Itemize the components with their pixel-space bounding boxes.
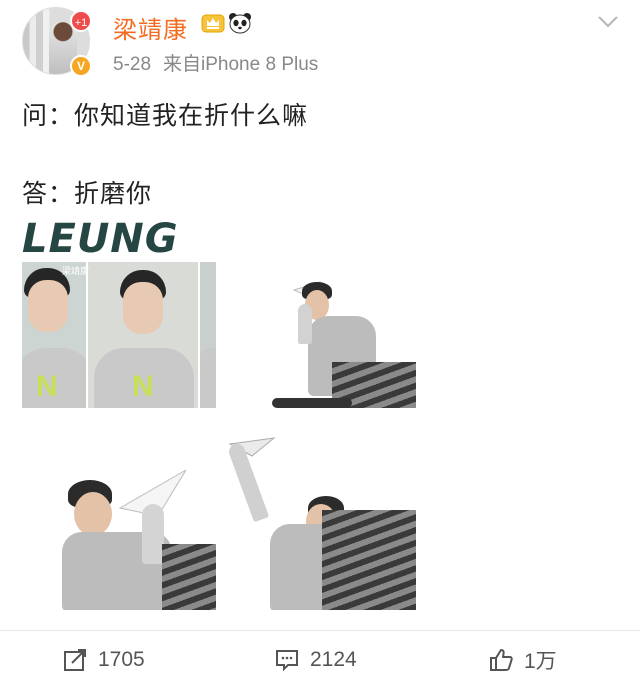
like-button[interactable]: 1万 [488,647,557,673]
chevron-down-icon[interactable] [596,14,620,30]
comment-icon [276,650,298,672]
post-image-4[interactable] [222,414,416,610]
post-image-2[interactable] [222,212,416,408]
post-header: +1 V 梁靖康 5-28 来自iPhone 8 Plus [0,0,640,80]
avatar-plus-badge: +1 [70,10,92,32]
avatar[interactable]: +1 V [20,7,94,77]
image-caption: 梁靖康 [62,267,90,277]
panda-icon [229,13,251,34]
photo-thumb: N [22,262,86,408]
verified-badge: V [70,55,92,77]
leung-title: LEUNG [22,216,179,262]
post-source: 来自iPhone 8 Plus [163,54,319,75]
crown-icon [201,14,225,33]
post-image-3[interactable] [22,414,216,610]
action-bar: 1705 2124 1万 [0,630,640,689]
share-icon [64,649,86,671]
post-answer: 答：折磨你 [22,179,153,208]
photo-thumb [200,262,216,408]
comment-button[interactable]: 2124 [274,647,357,673]
share-count: 1705 [98,648,145,671]
post-meta: 5-28 来自iPhone 8 Plus [113,49,318,76]
author-name[interactable]: 梁靖康 [113,10,188,45]
comment-count: 2124 [310,648,357,671]
post-date: 5-28 [113,54,152,75]
share-button[interactable]: 1705 [62,647,145,673]
thumbs-up-icon [490,649,513,671]
like-count: 1万 [524,650,557,673]
post-image-1[interactable]: LEUNG N N 梁靖康 [22,212,216,408]
photo-thumb: N [88,262,198,408]
image-grid: LEUNG N N 梁靖康 [22,212,416,610]
post-question: 问：你知道我在折什么嘛 [22,101,309,130]
